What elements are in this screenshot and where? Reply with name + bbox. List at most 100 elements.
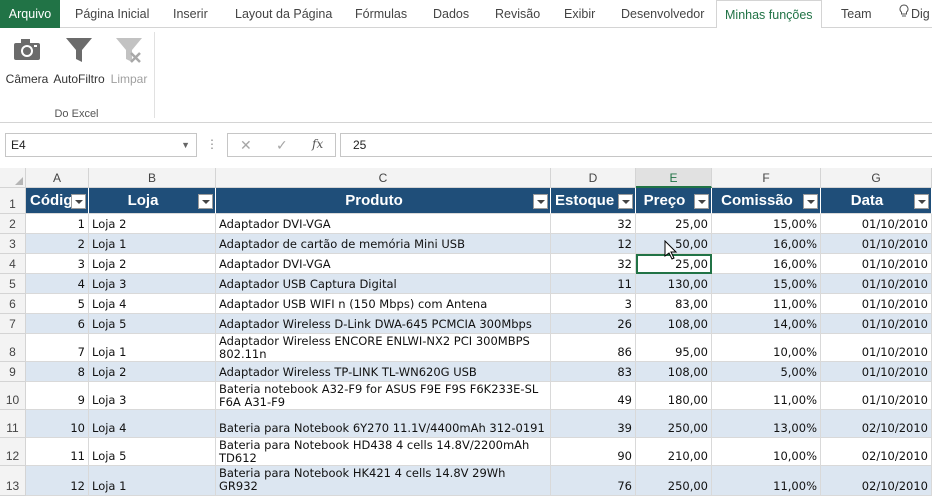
row-header-3[interactable]: 3 (0, 234, 26, 254)
tab-inserir[interactable]: Inserir (165, 0, 216, 28)
tab-revisao[interactable]: Revisão (487, 0, 548, 28)
cell-code[interactable]: 5 (26, 294, 89, 314)
cell-comissao[interactable]: 16,00% (712, 254, 821, 274)
cell-loja[interactable]: Loja 2 (89, 214, 216, 234)
insert-function-icon[interactable]: fx (312, 137, 323, 151)
cell-code[interactable]: 8 (26, 362, 89, 382)
cell-preco[interactable]: 25,00 (636, 214, 712, 234)
cell-produto[interactable]: Adaptador USB Captura Digital (216, 274, 551, 294)
cell-comissao[interactable]: 13,00% (712, 410, 821, 438)
cell-estoque[interactable]: 32 (551, 214, 636, 234)
tab-layout-da-pagina[interactable]: Layout da Página (227, 0, 340, 28)
cell-produto[interactable]: Adaptador USB WIFI n (150 Mbps) com Ante… (216, 294, 551, 314)
cell-comissao[interactable]: 11,00% (712, 294, 821, 314)
cell-code[interactable]: 12 (26, 466, 89, 496)
cell-data[interactable]: 01/10/2010 (821, 274, 932, 294)
column-header-e[interactable]: E (636, 168, 712, 188)
cell-estoque[interactable]: 3 (551, 294, 636, 314)
row-header-11[interactable]: 11 (0, 410, 26, 438)
row-header-7[interactable]: 7 (0, 314, 26, 334)
cell-loja[interactable]: Loja 3 (89, 274, 216, 294)
cell-estoque[interactable]: 11 (551, 274, 636, 294)
worksheet-grid[interactable]: A B C D E F G 1 2 3 4 5 6 7 8 9 10 11 12 13 Código Loja Produt… (0, 168, 932, 496)
cell-data[interactable]: 02/10/2010 (821, 438, 932, 466)
camera-button[interactable]: Câmera (5, 34, 49, 86)
cell-produto[interactable]: Adaptador de cartão de memória Mini USB (216, 234, 551, 254)
column-header-g[interactable]: G (821, 168, 932, 188)
cell-code[interactable]: 10 (26, 410, 89, 438)
cell-data[interactable]: 01/10/2010 (821, 254, 932, 274)
name-box[interactable]: E4 ▼ (5, 133, 197, 157)
row-header-1[interactable]: 1 (0, 188, 26, 214)
cell-preco[interactable]: 108,00 (636, 362, 712, 382)
tab-desenvolvedor[interactable]: Desenvolvedor (613, 0, 712, 28)
cell-produto[interactable]: Bateria para Notebook HD438 4 cells 14.8… (216, 438, 551, 466)
cell-comissao[interactable]: 16,00% (712, 234, 821, 254)
row-header-13[interactable]: 13 (0, 466, 26, 496)
cell-preco[interactable]: 250,00 (636, 410, 712, 438)
cell-loja[interactable]: Loja 5 (89, 438, 216, 466)
select-all-button[interactable] (0, 168, 26, 188)
cell-produto[interactable]: Adaptador Wireless ENCORE ENLWI-NX2 PCI … (216, 334, 551, 362)
cell-comissao[interactable]: 11,00% (712, 466, 821, 496)
cell-preco[interactable]: 250,00 (636, 466, 712, 496)
cell-data[interactable]: 01/10/2010 (821, 382, 932, 410)
cell-loja[interactable]: Loja 5 (89, 314, 216, 334)
cell-code[interactable]: 4 (26, 274, 89, 294)
cell-loja[interactable]: Loja 4 (89, 410, 216, 438)
filter-dropdown-icon[interactable] (694, 194, 709, 209)
cell-estoque[interactable]: 76 (551, 466, 636, 496)
cell-produto[interactable]: Adaptador DVI-VGA (216, 254, 551, 274)
cell-estoque[interactable]: 26 (551, 314, 636, 334)
cell-data[interactable]: 01/10/2010 (821, 234, 932, 254)
cell-comissao[interactable]: 15,00% (712, 274, 821, 294)
cell-comissao[interactable]: 15,00% (712, 214, 821, 234)
tab-pagina-inicial[interactable]: Página Inicial (67, 0, 157, 28)
row-header-5[interactable]: 5 (0, 274, 26, 294)
cell-code[interactable]: 6 (26, 314, 89, 334)
cell-produto[interactable]: Adaptador DVI-VGA (216, 214, 551, 234)
filter-dropdown-icon[interactable] (618, 194, 633, 209)
cell-preco[interactable]: 210,00 (636, 438, 712, 466)
cell-code[interactable]: 11 (26, 438, 89, 466)
cell-data[interactable]: 01/10/2010 (821, 334, 932, 362)
tab-team[interactable]: Team (833, 0, 880, 28)
cell-data[interactable]: 01/10/2010 (821, 294, 932, 314)
formula-bar-resize-handle[interactable]: ⋮ (206, 137, 218, 151)
tab-dados[interactable]: Dados (425, 0, 477, 28)
cell-data[interactable]: 01/10/2010 (821, 314, 932, 334)
cell-loja[interactable]: Loja 1 (89, 466, 216, 496)
column-header-f[interactable]: F (712, 168, 821, 188)
clear-filter-button[interactable]: Limpar (108, 34, 150, 86)
cell-comissao[interactable]: 5,00% (712, 362, 821, 382)
row-header-10[interactable]: 10 (0, 382, 26, 410)
cell-code[interactable]: 3 (26, 254, 89, 274)
cell-data[interactable]: 02/10/2010 (821, 466, 932, 496)
filter-dropdown-icon[interactable] (533, 194, 548, 209)
cell-comissao[interactable]: 14,00% (712, 314, 821, 334)
cell-estoque[interactable]: 83 (551, 362, 636, 382)
cell-comissao[interactable]: 11,00% (712, 382, 821, 410)
row-header-2[interactable]: 2 (0, 214, 26, 234)
autofilter-button[interactable]: AutoFiltro (51, 34, 107, 86)
cell-preco[interactable]: 180,00 (636, 382, 712, 410)
row-header-12[interactable]: 12 (0, 438, 26, 466)
cell-produto[interactable]: Adaptador Wireless TP-LINK TL-WN620G USB (216, 362, 551, 382)
tab-minhas-funcoes[interactable]: Minhas funções (716, 0, 822, 29)
cell-code[interactable]: 1 (26, 214, 89, 234)
cell-estoque[interactable]: 32 (551, 254, 636, 274)
row-header-6[interactable]: 6 (0, 294, 26, 314)
filter-dropdown-icon[interactable] (914, 194, 929, 209)
cell-loja[interactable]: Loja 2 (89, 254, 216, 274)
cell-preco[interactable]: 95,00 (636, 334, 712, 362)
cell-estoque[interactable]: 90 (551, 438, 636, 466)
cell-loja[interactable]: Loja 1 (89, 234, 216, 254)
tab-tell-me[interactable]: Dig (893, 0, 932, 28)
row-header-9[interactable]: 9 (0, 362, 26, 382)
filter-dropdown-icon[interactable] (71, 194, 86, 209)
filter-dropdown-icon[interactable] (803, 194, 818, 209)
column-header-b[interactable]: B (89, 168, 216, 188)
row-header-4[interactable]: 4 (0, 254, 26, 274)
tab-arquivo[interactable]: Arquivo (0, 0, 60, 28)
column-header-d[interactable]: D (551, 168, 636, 188)
